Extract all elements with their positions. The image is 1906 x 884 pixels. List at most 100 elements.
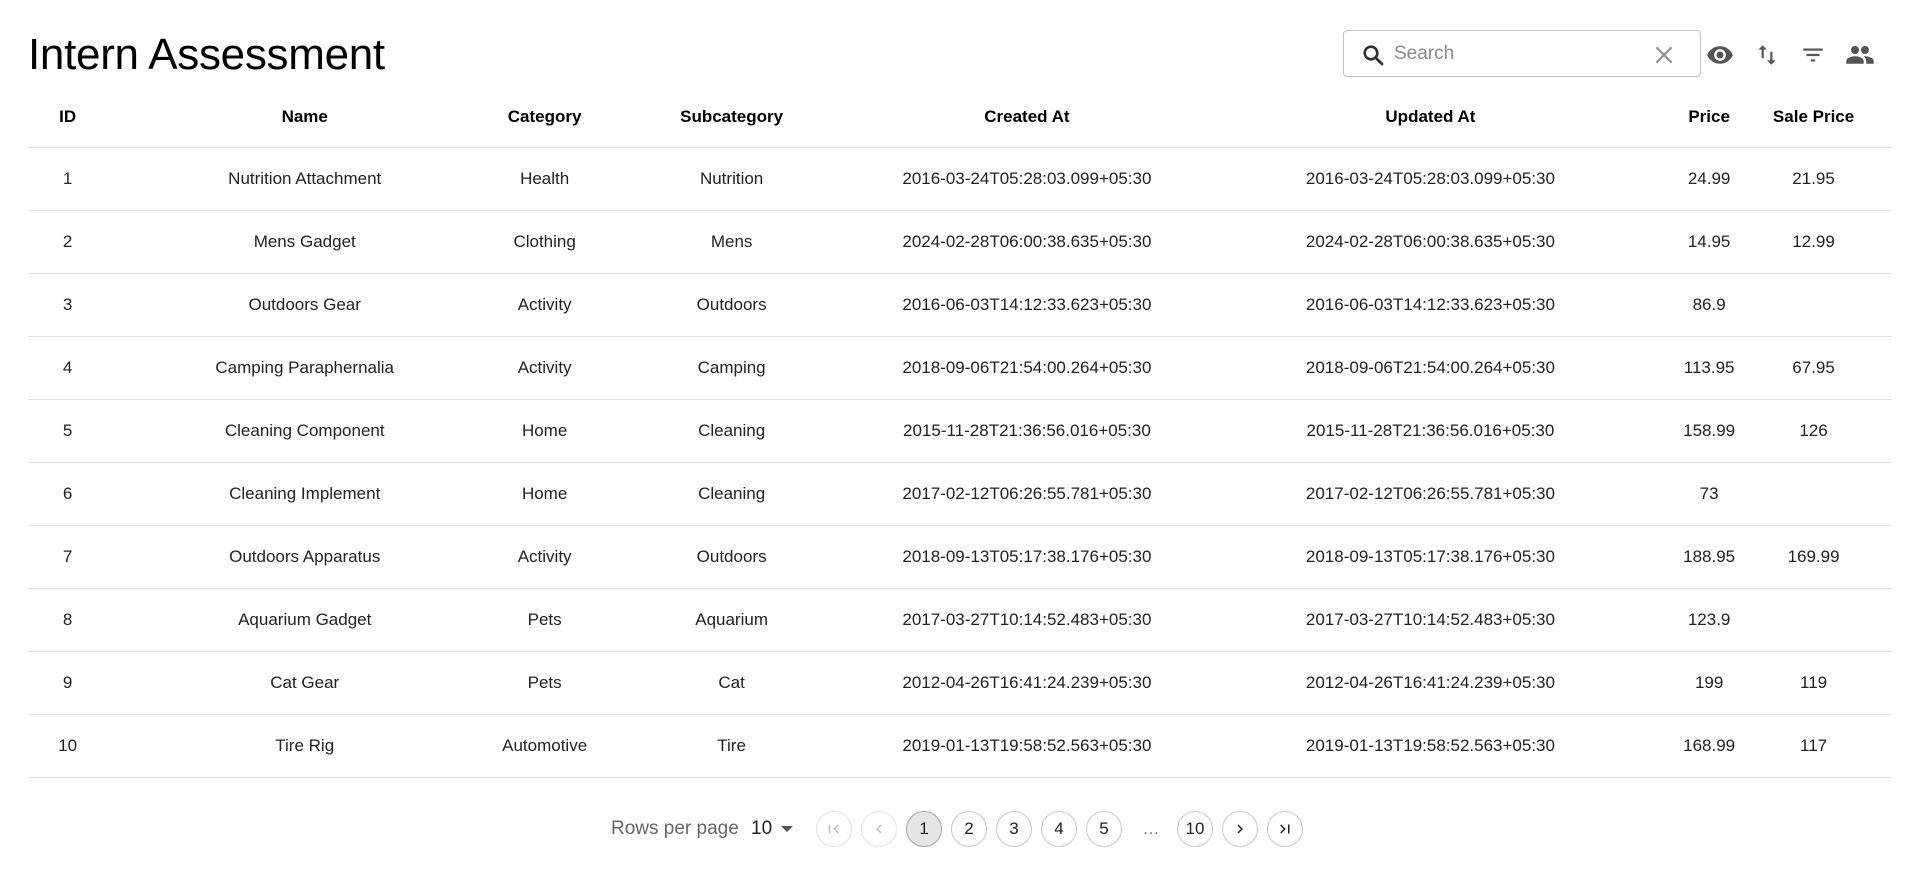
cell-created-at: 2015-11-28T21:36:56.016+05:30 [876, 399, 1178, 463]
table-row[interactable]: 5 Cleaning Component Home Cleaning 2015-… [28, 399, 1892, 463]
rows-per-page-select[interactable]: 10 [751, 814, 794, 844]
cell-category: Automotive [502, 714, 588, 778]
pagination: Rows per page 10 1 2 3 4 5 … 10 [0, 810, 1906, 850]
cell-price: 199 [1683, 651, 1736, 715]
next-page-button[interactable] [1222, 811, 1258, 847]
cell-name: Camping Paraphernalia [107, 336, 503, 400]
cell-category: Health [502, 147, 588, 211]
cell-updated-at: 2018-09-13T05:17:38.176+05:30 [1177, 525, 1684, 589]
cell-sale-price: 126 [1735, 399, 1892, 463]
sort-button[interactable] [1752, 40, 1782, 70]
cell-subcategory: Cleaning [587, 462, 877, 526]
cell-sale-price: 12.99 [1735, 210, 1892, 274]
cell-price: 14.95 [1683, 210, 1736, 274]
column-header-price[interactable]: Price [1683, 87, 1736, 148]
column-header-created-at[interactable]: Created At [876, 87, 1178, 148]
cell-created-at: 2016-06-03T14:12:33.623+05:30 [876, 273, 1178, 337]
cell-category: Activity [502, 273, 588, 337]
cell-updated-at: 2024-02-28T06:00:38.635+05:30 [1177, 210, 1684, 274]
cell-category: Activity [502, 336, 588, 400]
cell-subcategory: Nutrition [587, 147, 877, 211]
cell-id: 2 [28, 210, 108, 274]
show-hide-columns-button[interactable] [1705, 40, 1735, 70]
cell-updated-at: 2018-09-06T21:54:00.264+05:30 [1177, 336, 1684, 400]
cell-name: Cat Gear [107, 651, 503, 715]
table-row[interactable]: 1 Nutrition Attachment Health Nutrition … [28, 147, 1892, 211]
eye-icon [1707, 46, 1733, 64]
column-header-id[interactable]: ID [28, 87, 108, 148]
cell-updated-at: 2016-06-03T14:12:33.623+05:30 [1177, 273, 1684, 337]
column-header-sale-price[interactable]: Sale Price [1735, 87, 1892, 148]
page-button-5[interactable]: 5 [1086, 811, 1122, 847]
table-row[interactable]: 4 Camping Paraphernalia Activity Camping… [28, 336, 1892, 400]
cell-name: Mens Gadget [107, 210, 503, 274]
cell-updated-at: 2017-02-12T06:26:55.781+05:30 [1177, 462, 1684, 526]
cell-category: Home [502, 462, 588, 526]
page-button-1[interactable]: 1 [906, 811, 942, 847]
cell-category: Home [502, 399, 588, 463]
last-page-icon [1280, 824, 1290, 834]
cell-subcategory: Outdoors [587, 525, 877, 589]
cell-category: Clothing [502, 210, 588, 274]
cell-name: Cleaning Component [107, 399, 503, 463]
cell-name: Nutrition Attachment [107, 147, 503, 211]
search-box [1343, 30, 1701, 77]
cell-sale-price: 21.95 [1735, 147, 1892, 211]
page-button-4[interactable]: 4 [1041, 811, 1077, 847]
cell-category: Activity [502, 525, 588, 589]
table-row[interactable]: 2 Mens Gadget Clothing Mens 2024-02-28T0… [28, 210, 1892, 274]
column-header-subcategory[interactable]: Subcategory [587, 87, 877, 148]
previous-page-button[interactable] [861, 811, 897, 847]
cell-updated-at: 2017-03-27T10:14:52.483+05:30 [1177, 588, 1684, 652]
cell-subcategory: Cleaning [587, 399, 877, 463]
cell-updated-at: 2012-04-26T16:41:24.239+05:30 [1177, 651, 1684, 715]
page-button-10[interactable]: 10 [1177, 811, 1213, 847]
cell-subcategory: Camping [587, 336, 877, 400]
cell-id: 6 [28, 462, 108, 526]
search-input[interactable] [1394, 39, 1644, 69]
cell-created-at: 2024-02-28T06:00:38.635+05:30 [876, 210, 1178, 274]
filter-icon [1803, 48, 1823, 62]
table-header-row: ID Name Category Subcategory Created At … [28, 87, 1892, 148]
first-page-button[interactable] [816, 811, 852, 847]
column-header-name[interactable]: Name [107, 87, 503, 148]
cell-sale-price [1735, 273, 1892, 337]
products-table: ID Name Category Subcategory Created At … [28, 87, 1892, 778]
chevron-down-icon [781, 826, 794, 832]
cell-id: 5 [28, 399, 108, 463]
table-row[interactable]: 6 Cleaning Implement Home Cleaning 2017-… [28, 462, 1892, 526]
pagination-ellipsis: … [1142, 819, 1160, 838]
chevron-right-icon [1237, 824, 1243, 834]
sort-arrows-icon [1758, 45, 1776, 65]
column-header-updated-at[interactable]: Updated At [1177, 87, 1684, 148]
page-button-2[interactable]: 2 [951, 811, 987, 847]
cell-sale-price: 117 [1735, 714, 1892, 778]
cell-subcategory: Outdoors [587, 273, 877, 337]
table-toolbar [1343, 30, 1899, 80]
cell-price: 113.95 [1683, 336, 1736, 400]
table-row[interactable]: 9 Cat Gear Pets Cat 2012-04-26T16:41:24.… [28, 651, 1892, 715]
group-button[interactable] [1845, 40, 1875, 70]
cell-subcategory: Aquarium [587, 588, 877, 652]
table-row[interactable]: 7 Outdoors Apparatus Activity Outdoors 2… [28, 525, 1892, 589]
last-page-button[interactable] [1267, 811, 1303, 847]
cell-created-at: 2016-03-24T05:28:03.099+05:30 [876, 147, 1178, 211]
cell-category: Pets [502, 588, 588, 652]
table-row[interactable]: 3 Outdoors Gear Activity Outdoors 2016-0… [28, 273, 1892, 337]
close-icon[interactable] [1651, 42, 1677, 68]
search-icon [1363, 45, 1384, 66]
table-row[interactable]: 10 Tire Rig Automotive Tire 2019-01-13T1… [28, 714, 1892, 778]
column-header-category[interactable]: Category [502, 87, 588, 148]
cell-price: 24.99 [1683, 147, 1736, 211]
cell-subcategory: Tire [587, 714, 877, 778]
cell-created-at: 2018-09-06T21:54:00.264+05:30 [876, 336, 1178, 400]
page-title: Intern Assessment [28, 30, 385, 79]
cell-created-at: 2012-04-26T16:41:24.239+05:30 [876, 651, 1178, 715]
cell-name: Outdoors Apparatus [107, 525, 503, 589]
filter-button[interactable] [1798, 40, 1828, 70]
page-button-3[interactable]: 3 [996, 811, 1032, 847]
people-icon [1846, 46, 1874, 64]
cell-updated-at: 2015-11-28T21:36:56.016+05:30 [1177, 399, 1684, 463]
table-row[interactable]: 8 Aquarium Gadget Pets Aquarium 2017-03-… [28, 588, 1892, 652]
cell-sale-price: 119 [1735, 651, 1892, 715]
